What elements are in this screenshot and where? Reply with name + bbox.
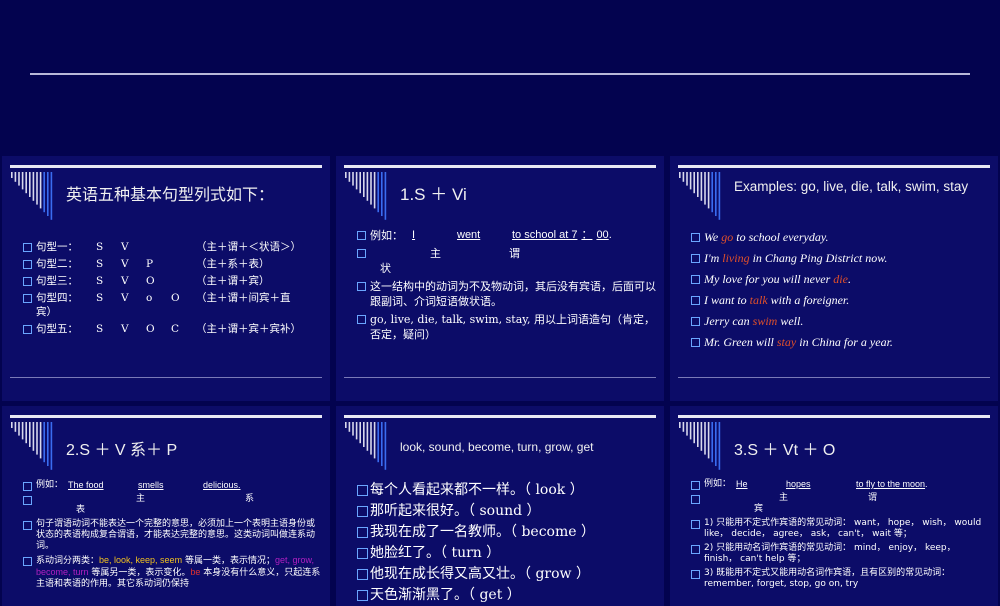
pattern-row: 句型四： S Vo O （主＋谓＋间宾＋直 宾）	[22, 291, 322, 319]
slide-thumbnail-2[interactable]: 1.S ＋ Vi 例如： Iwent to school at 7： 00. 主谓状 …	[336, 156, 664, 401]
title-slide-divider	[30, 73, 970, 75]
slide-top-rule	[344, 165, 656, 168]
slide-top-rule	[10, 165, 322, 168]
slide-thumbnail-1[interactable]: 英语五种基本句型列式如下： 句型一： S V （主＋谓＋＜状语＞） 句型二： S V P （主…	[2, 156, 330, 401]
example-sentence: My love for you will never die.	[690, 272, 990, 287]
example-sentence: I want to talk with a foreigner.	[690, 293, 990, 308]
stripes-decoration-icon	[345, 422, 387, 470]
stripes-decoration-icon	[679, 172, 721, 220]
example-sentence: Mr. Green will stay in China for a year.	[690, 335, 990, 350]
bullet: 2) 只能用动名词作宾语的常见动词： mind， enjoy， keep， fi…	[690, 543, 990, 565]
slide-title: 3.S ＋ Vt ＋ O	[734, 442, 836, 459]
slide-title: 英语五种基本句型列式如下：	[66, 185, 275, 204]
bullet: 每个人看起来都不一样。（ look ）	[356, 480, 656, 501]
slide-title: 1.S ＋ Vi	[400, 185, 467, 204]
slide-bottom-rule	[344, 377, 656, 378]
bullet: go, live, die, talk, swim, stay, 用以上词语造句…	[356, 312, 656, 342]
slide-thumbnail-5[interactable]: look, sound, become, turn, grow, get 每个人…	[336, 406, 664, 606]
roles-row: 主谓宾	[690, 493, 990, 515]
bullet: 她脸红了。（ turn ）	[356, 543, 656, 564]
slide-thumbnail-4[interactable]: 2.S ＋ V 系＋ P 例如： The food smells delicious.…	[2, 406, 330, 606]
slide-thumbnail-3[interactable]: Examples: go, live, die, talk, swim, sta…	[670, 156, 998, 401]
stripes-decoration-icon	[11, 422, 53, 470]
bullet: 1) 只能用不定式作宾语的常见动词： want， hope， wish， wou…	[690, 518, 990, 540]
bullet: 我现在成了一名教师。（ become ）	[356, 522, 656, 543]
bullet: 他现在成长得又高又壮。（ grow ）	[356, 564, 656, 585]
roles-row: 主谓状	[356, 246, 656, 276]
slide-thumbnail-6[interactable]: 3.S ＋ Vt ＋ O 例如： He hopes to fly to the moo…	[670, 406, 998, 606]
roles-row: 主系表	[22, 494, 322, 516]
slide-bottom-rule	[10, 377, 322, 378]
stripes-decoration-icon	[11, 172, 53, 220]
slide-top-rule	[344, 415, 656, 418]
bullet: 系动词分两类：be, look, keep, seem 等属一类，表示情况；ge…	[22, 555, 322, 590]
slide-bottom-rule	[678, 377, 990, 378]
slide-title: look, sound, become, turn, grow, get	[400, 440, 594, 454]
slide-top-rule	[10, 415, 322, 418]
example-sentence: I'm living in Chang Ping District now.	[690, 251, 990, 266]
slide-title: Examples: go, live, die, talk, swim, sta…	[734, 179, 969, 194]
bullet: 3) 既能用不定式又能用动名词作宾语，且有区别的常见动词： remember, …	[690, 568, 990, 590]
bullet: 天色渐渐黑了。（ get ）	[356, 585, 656, 606]
example-row: 例如： The food smells delicious.	[22, 480, 322, 491]
stripes-decoration-icon	[345, 172, 387, 220]
example-sentence: Jerry can swim well.	[690, 314, 990, 329]
slide-title: 2.S ＋ V 系＋ P	[66, 442, 178, 459]
slide-top-rule	[678, 415, 990, 418]
pattern-row: 句型一： S V （主＋谓＋＜状语＞）	[22, 240, 322, 254]
slide-top-rule	[678, 165, 990, 168]
example-row: 例如： He hopes to fly to the moon.	[690, 479, 990, 490]
stripes-decoration-icon	[679, 422, 721, 470]
pattern-row: 句型三： S V O （主＋谓＋宾）	[22, 274, 322, 288]
example-sentence: We go to school everyday.	[690, 230, 990, 245]
pattern-row: 句型五： S V O C （主＋谓＋宾＋宾补）	[22, 322, 322, 336]
example-row: 例如： Iwent to school at 7： 00.	[356, 228, 656, 243]
pattern-row: 句型二： S V P （主＋系＋表）	[22, 257, 322, 271]
bullet: 那听起来很好。（ sound ）	[356, 501, 656, 522]
bullet: 句子谓语动词不能表达一个完整的意思，必须加上一个表明主语身份或状态的表语构成复合…	[22, 519, 322, 552]
bullet: 这一结构中的动词为不及物动词，其后没有宾语，后面可以跟副词、介词短语做状语。	[356, 279, 656, 309]
